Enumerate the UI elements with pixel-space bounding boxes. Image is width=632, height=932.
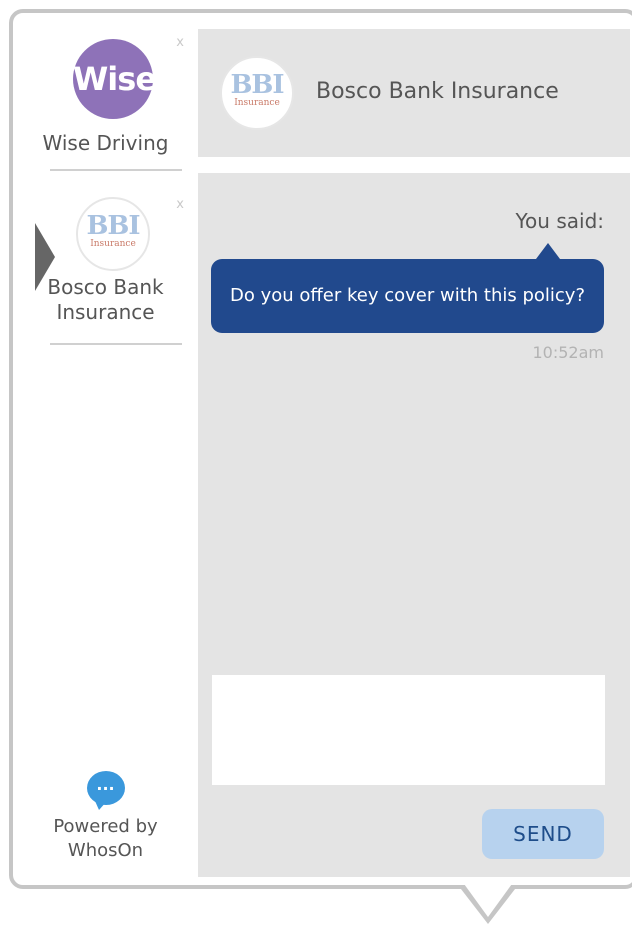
wise-driving-logo: Wise: [73, 39, 157, 119]
sidebar-item-wise-driving[interactable]: x Wise Wise Driving: [13, 29, 198, 189]
powered-by[interactable]: ... Powered by WhosOn: [13, 771, 198, 863]
user-message-bubble: Do you offer key cover with this policy?: [211, 259, 604, 333]
logo-text: BBI: [86, 211, 140, 241]
divider: [50, 169, 182, 171]
chat-header: BBI Insurance Bosco Bank Insurance: [198, 29, 630, 157]
you-said-label: You said:: [515, 209, 605, 233]
contact-name: Wise Driving: [42, 131, 169, 155]
close-icon[interactable]: x: [176, 197, 184, 212]
message-timestamp: 10:52am: [532, 343, 605, 362]
chat-transcript: You said: Do you offer key cover with th…: [198, 173, 630, 877]
send-button[interactable]: SEND: [482, 809, 604, 859]
sidebar-item-bosco-bank[interactable]: x BBI Insurance Bosco Bank Insurance: [13, 191, 198, 351]
message-input[interactable]: [212, 675, 605, 785]
conversation-sidebar: x Wise Wise Driving x BBI Insurance Bosc…: [13, 13, 198, 885]
message-tail: [536, 243, 560, 259]
powered-by-text: Powered by WhosOn: [53, 816, 158, 861]
divider: [50, 343, 182, 345]
bbi-logo: BBI Insurance: [220, 56, 294, 130]
bbi-logo: BBI Insurance: [76, 197, 150, 271]
chat-bubble-icon: ...: [86, 771, 125, 810]
logo-text: BBI: [230, 70, 284, 100]
widget-pointer-fill: [459, 877, 517, 917]
chat-widget: x Wise Wise Driving x BBI Insurance Bosc…: [9, 9, 632, 889]
close-icon[interactable]: x: [176, 35, 184, 50]
contact-name: Bosco Bank Insurance: [47, 275, 164, 324]
page-title: Bosco Bank Insurance: [316, 79, 559, 104]
